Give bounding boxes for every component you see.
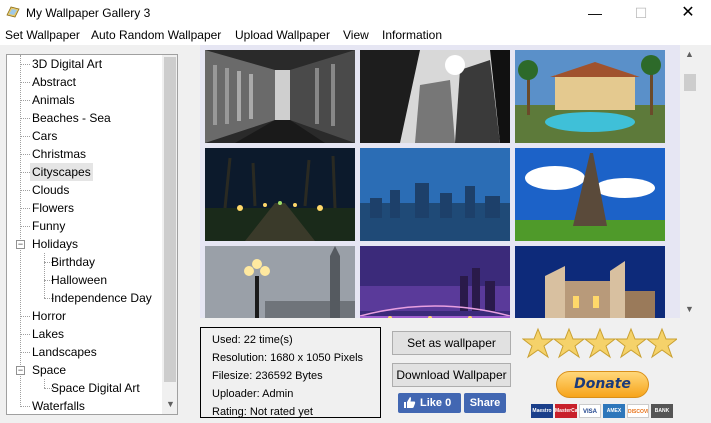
donate-button[interactable]: Donate	[556, 371, 649, 398]
tree-item-waterfalls[interactable]: Waterfalls	[32, 397, 85, 414]
star-icon[interactable]	[583, 327, 617, 359]
tree-item-landscapes[interactable]: Landscapes	[32, 343, 97, 361]
tree-item-cityscapes[interactable]: Cityscapes	[30, 163, 93, 181]
download-wallpaper-button[interactable]: Download Wallpaper	[392, 363, 511, 387]
info-filesize: Filesize: 236592 Bytes	[212, 370, 323, 382]
discover-card-icon: DISCOVER	[627, 404, 649, 418]
tree-line	[20, 226, 30, 227]
tree-line	[20, 406, 30, 407]
tree-item-clouds[interactable]: Clouds	[32, 181, 69, 199]
tree-item-animals[interactable]: Animals	[32, 91, 75, 109]
category-tree[interactable]: − − 3D Digital Art Abstract Animals Beac…	[6, 54, 178, 415]
tree-item-birthday[interactable]: Birthday	[51, 253, 95, 271]
tree-item-christmas[interactable]: Christmas	[32, 145, 86, 163]
tree-line	[20, 352, 30, 353]
thumbnail-night-park-lights[interactable]	[205, 148, 355, 241]
gallery-scroll-down-icon[interactable]: ▼	[685, 304, 694, 314]
tree-item-space-digital-art[interactable]: Space Digital Art	[51, 379, 140, 397]
tree-item-space[interactable]: Space	[32, 361, 66, 379]
star-icon[interactable]	[522, 327, 555, 359]
gallery-scrollbar-thumb[interactable]	[684, 74, 696, 91]
minimize-button[interactable]: —	[572, 0, 618, 26]
tree-line	[20, 118, 30, 119]
tree-scrollbar-thumb[interactable]	[164, 57, 176, 382]
amex-card-icon: AMEX	[603, 404, 625, 418]
bank-card-icon: BANK	[651, 404, 673, 418]
space-collapse-icon[interactable]: −	[16, 366, 25, 375]
tree-line	[20, 334, 30, 335]
tree-line	[20, 154, 30, 155]
title-bar: My Wallpaper Gallery 3 — ☐ ✕	[0, 0, 711, 26]
wallpaper-info-panel: Used: 22 time(s) Resolution: 1680 x 1050…	[200, 327, 381, 418]
tree-line	[44, 379, 45, 388]
tree-line	[44, 253, 45, 298]
tree-line	[20, 55, 21, 407]
tree-item-horror[interactable]: Horror	[32, 307, 66, 325]
tree-item-halloween[interactable]: Halloween	[51, 271, 107, 289]
tree-item-flowers[interactable]: Flowers	[32, 199, 74, 217]
maximize-button[interactable]: ☐	[618, 0, 664, 26]
tree-line	[20, 316, 30, 317]
visa-card-icon: VISA	[579, 404, 601, 418]
info-uploader: Uploader: Admin	[212, 388, 294, 400]
rating-stars[interactable]	[522, 327, 677, 359]
holidays-collapse-icon[interactable]: −	[16, 240, 25, 249]
tree-item-funny[interactable]: Funny	[32, 217, 65, 235]
menu-auto-random-wallpaper[interactable]: Auto Random Wallpaper	[91, 28, 221, 42]
payment-cards: Maestro MasterCard VISA AMEX DISCOVER BA…	[531, 404, 676, 418]
tree-item-beaches-sea[interactable]: Beaches - Sea	[32, 109, 111, 127]
facebook-like-label: Like 0	[420, 397, 452, 409]
info-resolution: Resolution: 1680 x 1050 Pixels	[212, 352, 364, 364]
thumbnail-bw-city-street[interactable]	[205, 50, 355, 143]
menu-view[interactable]: View	[343, 28, 369, 42]
set-as-wallpaper-button[interactable]: Set as wallpaper	[392, 331, 511, 355]
close-button[interactable]: ✕	[665, 0, 711, 26]
menu-bar: Set Wallpaper Auto Random Wallpaper Uplo…	[0, 26, 711, 45]
thumbnail-blue-castle-night[interactable]	[515, 246, 665, 318]
tree-line	[20, 190, 30, 191]
facebook-like-button[interactable]: Like 0	[398, 393, 461, 413]
tree-line	[20, 64, 30, 65]
thumbnail-brooklyn-bridge-night[interactable]	[360, 246, 510, 318]
thumbs-up-icon	[404, 397, 416, 408]
thumbnail-foggy-lamp-bigben[interactable]	[205, 246, 355, 318]
thumbnail-bw-skyscrapers[interactable]	[360, 50, 510, 143]
star-icon[interactable]	[552, 327, 586, 359]
menu-upload-wallpaper[interactable]: Upload Wallpaper	[235, 28, 330, 42]
tree-item-cars[interactable]: Cars	[32, 127, 57, 145]
tree-line	[20, 208, 30, 209]
wallpaper-gallery	[200, 45, 680, 318]
window-title: My Wallpaper Gallery 3	[26, 6, 151, 20]
app-icon	[6, 6, 20, 18]
tree-item-abstract[interactable]: Abstract	[32, 73, 76, 91]
info-rating: Rating: Not rated yet	[212, 406, 313, 418]
star-icon[interactable]	[614, 327, 648, 359]
tree-line	[20, 82, 30, 83]
menu-set-wallpaper[interactable]: Set Wallpaper	[5, 28, 80, 42]
thumbnail-blue-city-dots[interactable]	[360, 148, 510, 241]
tree-scrollbar[interactable]: ▼	[162, 55, 177, 414]
thumbnail-resort-pool[interactable]	[515, 50, 665, 143]
info-used: Used: 22 time(s)	[212, 334, 293, 346]
tree-item-lakes[interactable]: Lakes	[32, 325, 64, 343]
tree-scroll-down-icon[interactable]: ▼	[166, 399, 175, 409]
thumbnail-eiffel-tower[interactable]	[515, 148, 665, 241]
tree-line	[20, 136, 30, 137]
tree-item-3d-digital-art[interactable]: 3D Digital Art	[32, 55, 102, 73]
star-icon[interactable]	[645, 327, 677, 359]
facebook-share-button[interactable]: Share	[464, 393, 506, 413]
tree-item-independence-day[interactable]: Independence Day	[51, 289, 152, 307]
maestro-card-icon: Maestro	[531, 404, 553, 418]
gallery-scrollbar[interactable]: ▲ ▼	[681, 45, 698, 318]
tree-line	[20, 172, 30, 173]
menu-information[interactable]: Information	[382, 28, 442, 42]
mastercard-card-icon: MasterCard	[555, 404, 577, 418]
tree-line	[20, 100, 30, 101]
gallery-scroll-up-icon[interactable]: ▲	[685, 49, 694, 59]
tree-item-holidays[interactable]: Holidays	[32, 235, 78, 253]
